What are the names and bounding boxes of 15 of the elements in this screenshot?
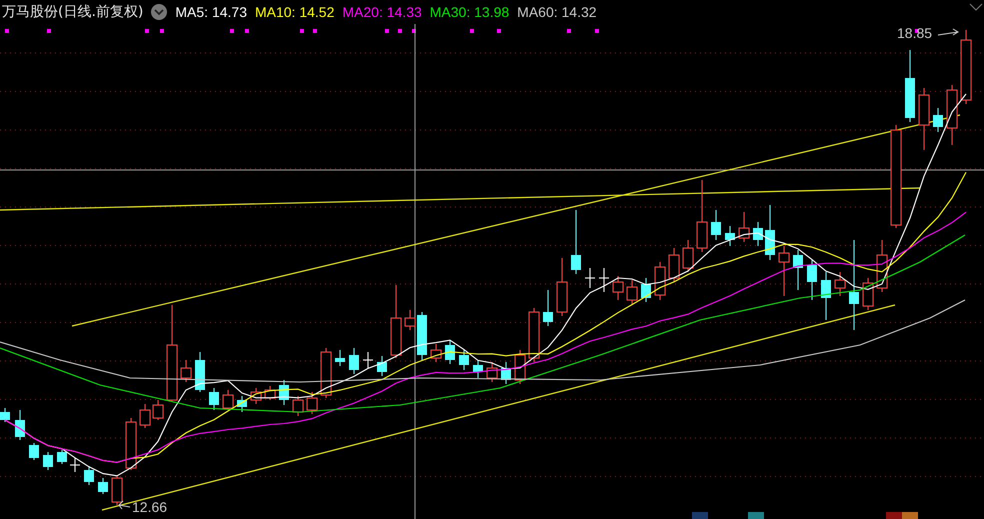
high-price-label: 18.85 xyxy=(897,25,932,41)
event-tag xyxy=(692,512,708,519)
indicator-value: MA10: 14.52 xyxy=(254,4,334,20)
indicator-value: MA30: 13.98 xyxy=(430,4,510,20)
arrow-icon xyxy=(118,500,130,510)
chevron-icon xyxy=(154,8,164,16)
indicator-value: MA60: 14.32 xyxy=(517,4,597,20)
arrow-icon xyxy=(938,28,959,36)
low-price-label: 12.66 xyxy=(132,499,168,515)
chevron-icon[interactable] xyxy=(970,4,982,11)
event-tag xyxy=(748,512,764,519)
chart-title: 万马股份(日线.前复权) xyxy=(2,3,144,21)
indicator-value: MA20: 14.33 xyxy=(342,4,422,20)
dropdown-button[interactable] xyxy=(151,4,168,20)
indicator-value: MA5: 14.73 xyxy=(175,4,247,20)
